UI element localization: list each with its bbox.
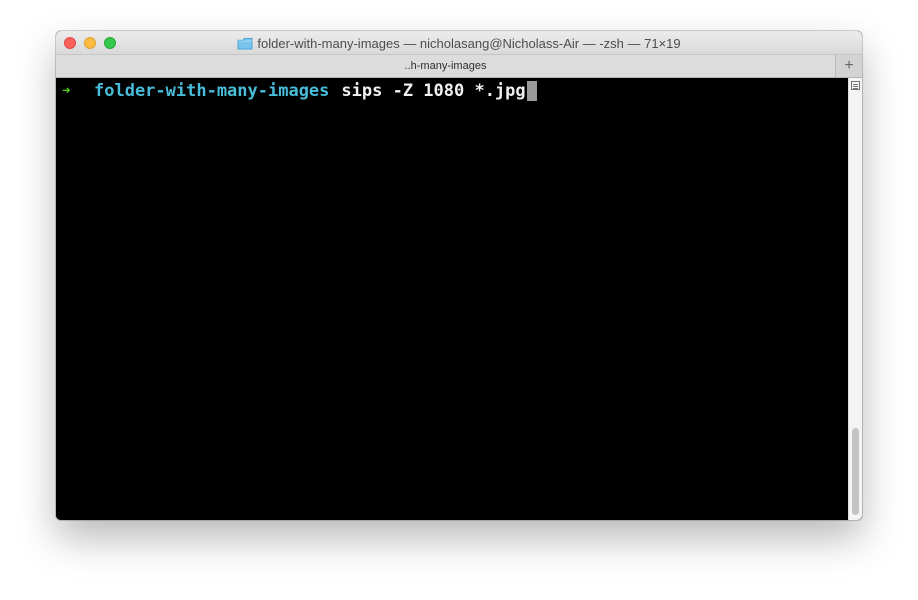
tab-bar: ..h-many-images + — [56, 55, 862, 78]
current-directory: folder-with-many-images — [94, 81, 330, 101]
arrow-icon: ➜ — [62, 83, 71, 99]
command-line[interactable]: ➜ folder-with-many-images sips -Z 1080 *… — [62, 80, 537, 102]
tab-label: ..h-many-images — [404, 60, 487, 72]
folder-icon — [237, 37, 253, 50]
terminal-window: folder-with-many-images — nicholasang@Ni… — [56, 31, 862, 520]
terminal-tab[interactable]: ..h-many-images — [56, 55, 836, 77]
typed-command[interactable]: sips -Z 1080 *.jpg — [341, 81, 525, 101]
title-bar[interactable]: folder-with-many-images — nicholasang@Ni… — [56, 31, 862, 55]
vertical-scrollbar[interactable] — [848, 78, 862, 520]
scrollbar-icon[interactable] — [851, 81, 860, 90]
terminal-output[interactable]: ➜ folder-with-many-images sips -Z 1080 *… — [56, 78, 848, 520]
window-title-area: folder-with-many-images — nicholasang@Ni… — [56, 31, 862, 55]
window-title: folder-with-many-images — nicholasang@Ni… — [257, 35, 681, 51]
text-cursor — [526, 81, 537, 101]
new-tab-button[interactable]: + — [836, 55, 862, 77]
scroll-thumb[interactable] — [852, 428, 859, 515]
